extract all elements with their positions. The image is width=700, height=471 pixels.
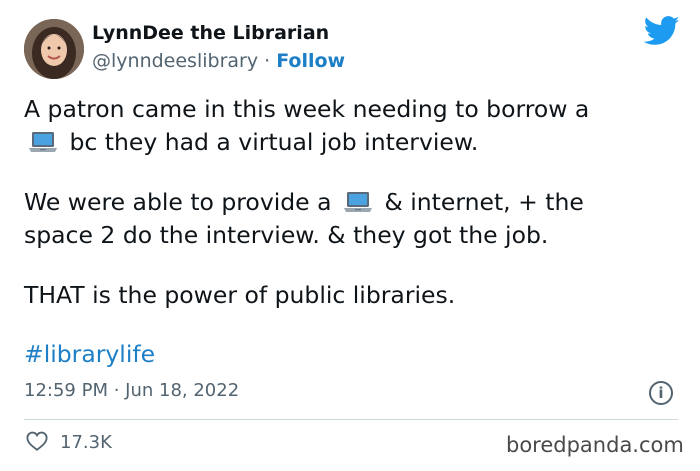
tweet-paragraph-3: THAT is the power of public libraries. [24,281,456,309]
tweet-text-2b: & internet, + the [384,188,584,216]
separator-dot: · [264,50,271,72]
tweet-text-2c: space 2 do the interview. & they got the… [24,221,549,249]
author-display-name[interactable]: LynnDee the Librarian [92,22,329,44]
avatar[interactable] [24,19,84,79]
laptop-emoji-icon [29,132,57,152]
tweet-text-2a: We were able to provide a [24,188,332,216]
twitter-bird-icon[interactable] [644,16,680,46]
tweet-card: LynnDee the Librarian @lynndeeslibrary ·… [0,0,700,471]
tweet-text-1a: A patron came in this week needing to bo… [24,95,590,123]
follow-button[interactable]: Follow [276,50,345,72]
heart-icon[interactable] [26,430,48,452]
tweet-text-1b: bc they had a virtual job interview. [69,128,479,156]
like-count: 17.3K [60,432,112,453]
laptop-emoji-icon [343,192,372,212]
info-icon[interactable]: i [649,381,673,405]
tweet-paragraph-1: A patron came in this week needing to bo… [24,93,676,159]
watermark: boredpanda.com [506,433,684,457]
divider [24,419,678,420]
tweet-timestamp[interactable]: 12:59 PM · Jun 18, 2022 [24,380,239,401]
author-handle-row: @lynndeeslibrary · Follow [92,50,345,72]
tweet-paragraph-2: We were able to provide a & internet, + … [24,186,676,252]
author-handle[interactable]: @lynndeeslibrary [92,50,258,72]
like-action[interactable]: 17.3K [26,430,112,453]
hashtag-link[interactable]: #librarylife [24,338,155,371]
